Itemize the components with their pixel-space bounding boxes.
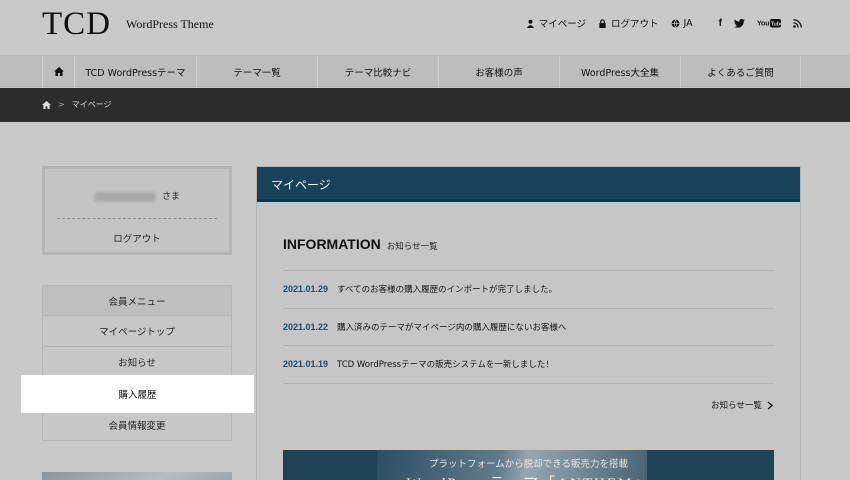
banner-tagline: プラットフォームから脱却できる販売力を搭載 [428,460,629,470]
mypage-link[interactable]: マイページ [526,16,586,30]
information-heading-en: INFORMATION [283,236,381,252]
svg-text:Tube: Tube [771,21,781,27]
breadcrumb-home-icon[interactable] [42,100,51,109]
language-link-label: JA [683,17,693,29]
sidebar-item-mypage-top[interactable]: マイページトップ [42,316,232,347]
anthem-promo-banner[interactable]: プラットフォームから脱却できる販売力を搭載 WordPressテーマ「ANTHE… [283,450,774,480]
user-info-box: さま ログアウト [42,166,232,255]
logout-link[interactable]: ログアウト [598,16,659,30]
nav-home[interactable] [42,56,74,87]
news-title[interactable]: 購入済みのテーマがマイページ内の購入履歴にないお客様へ [337,321,566,333]
news-date: 2021.01.19 [283,359,329,370]
nav-item-tcd-themes[interactable]: TCD WordPressテーマ [74,56,196,87]
news-date: 2021.01.29 [283,284,329,295]
twitter-icon[interactable] [734,18,745,28]
information-heading: INFORMATION お知らせ一覧 [283,236,438,252]
nav-item-theme-list[interactable]: テーマ一覧 [196,56,317,87]
sidebar-item-notices[interactable]: お知らせ [42,347,232,378]
logout-link-label: ログアウト [611,19,659,30]
user-box-divider [57,218,217,219]
news-more-label: お知らせ一覧 [711,401,762,411]
nav-item-wordpress-guide[interactable]: WordPress大全集 [559,56,680,87]
news-more-link[interactable]: お知らせ一覧 [711,399,773,411]
rss-icon[interactable] [793,18,802,28]
breadcrumb-separator: > [58,100,65,109]
sidebar-logout-link[interactable]: ログアウト [45,231,229,245]
social-links: f YouTube [707,18,802,29]
site-logo-subtitle: WordPress Theme [126,17,214,31]
news-title[interactable]: TCD WordPressテーマの販売システムを一新しました！ [337,358,554,370]
site-logo[interactable]: TCD [42,6,111,43]
sidebar-item-purchase-history[interactable]: 購入履歴 [21,375,254,413]
breadcrumb: > マイページ [0,88,850,122]
panel-header: マイページ [257,167,800,202]
person-icon [526,19,534,28]
panel-title: マイページ [271,178,331,192]
breadcrumb-current: マイページ [71,100,112,109]
site-header: TCD WordPress Theme マイページ ログアウト JA f You… [0,0,850,55]
news-item[interactable]: 2021.01.19 TCD WordPressテーマの販売システムを一新しまし… [283,346,774,384]
news-date: 2021.01.22 [283,321,329,332]
information-heading-ja: お知らせ一覧 [386,242,438,252]
global-nav: TCD WordPressテーマ テーマ一覧 テーマ比較ナビ お客様の声 Wor… [0,55,850,87]
news-list: 2021.01.29 すべてのお客様の購入履歴のインポートが完了しました。 20… [283,270,774,384]
youtube-icon[interactable]: YouTube [757,18,781,29]
lock-icon [599,18,606,28]
svg-text:You: You [757,20,769,27]
nav-item-customer-voice[interactable]: お客様の声 [438,56,559,87]
banner-title: WordPressテーマ「ANTHEM」 [283,472,774,480]
header-utility-links: マイページ ログアウト JA f YouTube [514,16,802,30]
blurred-user-name [93,191,156,202]
language-link[interactable]: JA [671,18,693,29]
sidebar-item-member-info[interactable]: 会員情報変更 [42,410,232,441]
mypage-link-label: マイページ [538,19,586,30]
facebook-icon[interactable]: f [719,18,722,29]
nav-item-theme-compare[interactable]: テーマ比較ナビ [317,56,438,87]
home-icon [53,67,64,76]
news-item[interactable]: 2021.01.22 購入済みのテーマがマイページ内の購入履歴にないお客様へ [283,309,774,346]
chevron-right-icon [767,401,773,409]
user-name-row: さま [45,189,229,202]
member-menu: 会員メニュー マイページトップ お知らせ 購入履歴 会員情報変更 [21,285,254,441]
news-item[interactable]: 2021.01.29 すべてのお客様の購入履歴のインポートが完了しました。 [283,271,774,309]
sidebar-banner[interactable] [42,472,232,480]
globe-icon [671,19,679,27]
news-title[interactable]: すべてのお客様の購入履歴のインポートが完了しました。 [337,283,557,295]
nav-item-faq[interactable]: よくあるご質問 [680,56,801,87]
user-name-suffix: さま [161,192,180,202]
member-menu-title: 会員メニュー [42,285,232,316]
